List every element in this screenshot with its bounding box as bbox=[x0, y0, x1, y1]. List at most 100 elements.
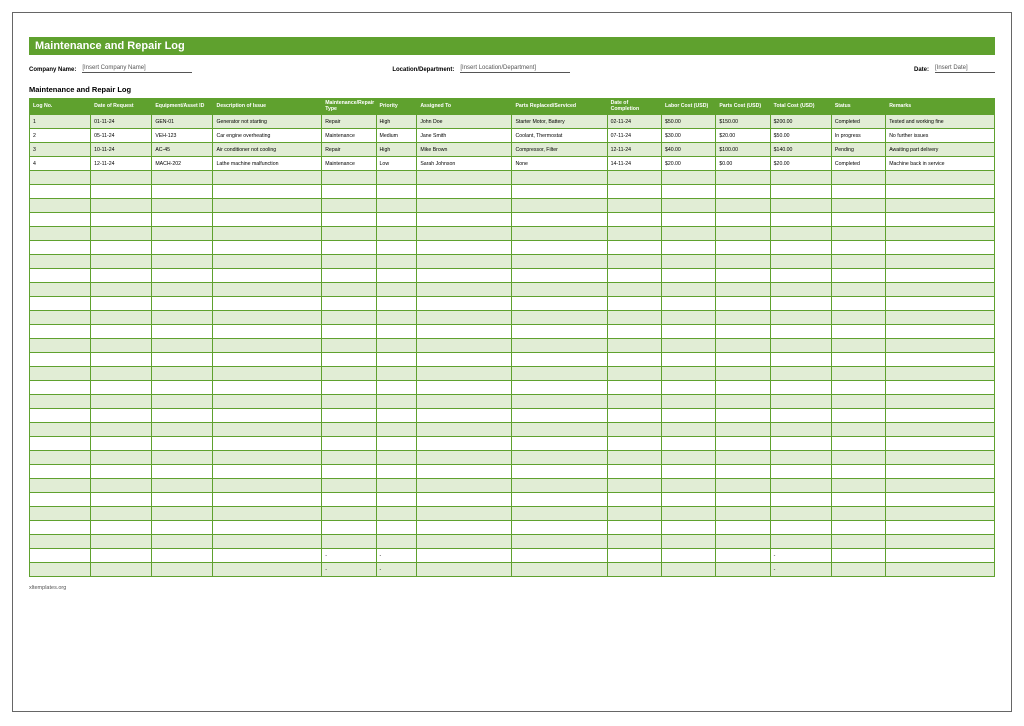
cell-parts[interactable] bbox=[512, 241, 607, 255]
cell-remarks[interactable] bbox=[886, 311, 995, 325]
cell-log_no[interactable] bbox=[30, 227, 91, 241]
cell-priority[interactable]: - bbox=[376, 549, 417, 563]
cell-equip[interactable] bbox=[152, 437, 213, 451]
cell-assigned[interactable] bbox=[417, 367, 512, 381]
cell-status[interactable]: In progress bbox=[831, 129, 885, 143]
date-value[interactable]: [Insert Date] bbox=[935, 65, 995, 73]
cell-desc[interactable] bbox=[213, 241, 322, 255]
cell-date_compl[interactable] bbox=[607, 171, 661, 185]
cell-log_no[interactable] bbox=[30, 535, 91, 549]
cell-labor[interactable] bbox=[661, 409, 715, 423]
cell-parts_cost[interactable] bbox=[716, 311, 770, 325]
cell-priority[interactable] bbox=[376, 493, 417, 507]
cell-type[interactable] bbox=[322, 437, 376, 451]
cell-date_compl[interactable] bbox=[607, 241, 661, 255]
cell-date_compl[interactable] bbox=[607, 325, 661, 339]
cell-parts_cost[interactable] bbox=[716, 479, 770, 493]
cell-total[interactable] bbox=[770, 465, 831, 479]
cell-remarks[interactable] bbox=[886, 269, 995, 283]
cell-status[interactable] bbox=[831, 409, 885, 423]
cell-log_no[interactable] bbox=[30, 325, 91, 339]
cell-date_compl[interactable] bbox=[607, 479, 661, 493]
cell-parts[interactable] bbox=[512, 423, 607, 437]
cell-labor[interactable] bbox=[661, 521, 715, 535]
cell-parts_cost[interactable] bbox=[716, 395, 770, 409]
cell-remarks[interactable] bbox=[886, 549, 995, 563]
cell-parts[interactable] bbox=[512, 507, 607, 521]
cell-labor[interactable] bbox=[661, 339, 715, 353]
cell-priority[interactable] bbox=[376, 213, 417, 227]
cell-date_req[interactable] bbox=[91, 409, 152, 423]
cell-priority[interactable] bbox=[376, 241, 417, 255]
cell-status[interactable] bbox=[831, 535, 885, 549]
cell-log_no[interactable] bbox=[30, 549, 91, 563]
cell-type[interactable] bbox=[322, 409, 376, 423]
cell-priority[interactable] bbox=[376, 185, 417, 199]
cell-status[interactable] bbox=[831, 255, 885, 269]
cell-parts_cost[interactable] bbox=[716, 535, 770, 549]
cell-date_compl[interactable] bbox=[607, 367, 661, 381]
cell-date_compl[interactable] bbox=[607, 269, 661, 283]
cell-assigned[interactable] bbox=[417, 241, 512, 255]
cell-date_req[interactable] bbox=[91, 283, 152, 297]
cell-priority[interactable] bbox=[376, 451, 417, 465]
cell-assigned[interactable]: Jane Smith bbox=[417, 129, 512, 143]
cell-total[interactable] bbox=[770, 507, 831, 521]
cell-desc[interactable] bbox=[213, 367, 322, 381]
cell-assigned[interactable]: Sarah Johnson bbox=[417, 157, 512, 171]
cell-date_req[interactable] bbox=[91, 171, 152, 185]
cell-desc[interactable] bbox=[213, 549, 322, 563]
cell-total[interactable] bbox=[770, 451, 831, 465]
cell-status[interactable] bbox=[831, 241, 885, 255]
cell-total[interactable] bbox=[770, 367, 831, 381]
cell-equip[interactable] bbox=[152, 521, 213, 535]
cell-type[interactable] bbox=[322, 255, 376, 269]
cell-date_req[interactable] bbox=[91, 269, 152, 283]
cell-labor[interactable] bbox=[661, 437, 715, 451]
cell-assigned[interactable] bbox=[417, 171, 512, 185]
cell-log_no[interactable] bbox=[30, 465, 91, 479]
cell-labor[interactable] bbox=[661, 465, 715, 479]
cell-remarks[interactable] bbox=[886, 493, 995, 507]
cell-date_compl[interactable] bbox=[607, 381, 661, 395]
cell-priority[interactable] bbox=[376, 297, 417, 311]
cell-log_no[interactable] bbox=[30, 297, 91, 311]
cell-remarks[interactable] bbox=[886, 227, 995, 241]
cell-desc[interactable]: Car engine overheating bbox=[213, 129, 322, 143]
cell-type[interactable] bbox=[322, 171, 376, 185]
cell-equip[interactable]: VEH-123 bbox=[152, 129, 213, 143]
cell-equip[interactable] bbox=[152, 507, 213, 521]
cell-type[interactable] bbox=[322, 283, 376, 297]
cell-desc[interactable] bbox=[213, 535, 322, 549]
cell-date_compl[interactable] bbox=[607, 199, 661, 213]
cell-parts_cost[interactable]: $100.00 bbox=[716, 143, 770, 157]
cell-type[interactable] bbox=[322, 395, 376, 409]
cell-assigned[interactable]: Mike Brown bbox=[417, 143, 512, 157]
cell-desc[interactable] bbox=[213, 255, 322, 269]
cell-labor[interactable]: $50.00 bbox=[661, 115, 715, 129]
cell-labor[interactable] bbox=[661, 507, 715, 521]
cell-status[interactable] bbox=[831, 199, 885, 213]
cell-date_compl[interactable] bbox=[607, 339, 661, 353]
cell-labor[interactable] bbox=[661, 255, 715, 269]
cell-status[interactable] bbox=[831, 367, 885, 381]
cell-desc[interactable] bbox=[213, 521, 322, 535]
cell-status[interactable] bbox=[831, 563, 885, 577]
cell-assigned[interactable] bbox=[417, 507, 512, 521]
cell-remarks[interactable] bbox=[886, 171, 995, 185]
cell-assigned[interactable] bbox=[417, 409, 512, 423]
cell-priority[interactable]: High bbox=[376, 143, 417, 157]
cell-assigned[interactable] bbox=[417, 521, 512, 535]
cell-priority[interactable] bbox=[376, 283, 417, 297]
cell-equip[interactable] bbox=[152, 283, 213, 297]
cell-parts[interactable]: Starter Motor, Battery bbox=[512, 115, 607, 129]
cell-equip[interactable] bbox=[152, 325, 213, 339]
cell-desc[interactable]: Generator not starting bbox=[213, 115, 322, 129]
cell-priority[interactable]: Medium bbox=[376, 129, 417, 143]
cell-desc[interactable] bbox=[213, 171, 322, 185]
cell-equip[interactable] bbox=[152, 479, 213, 493]
cell-date_req[interactable] bbox=[91, 451, 152, 465]
cell-assigned[interactable] bbox=[417, 269, 512, 283]
cell-remarks[interactable] bbox=[886, 423, 995, 437]
cell-total[interactable]: $140.00 bbox=[770, 143, 831, 157]
